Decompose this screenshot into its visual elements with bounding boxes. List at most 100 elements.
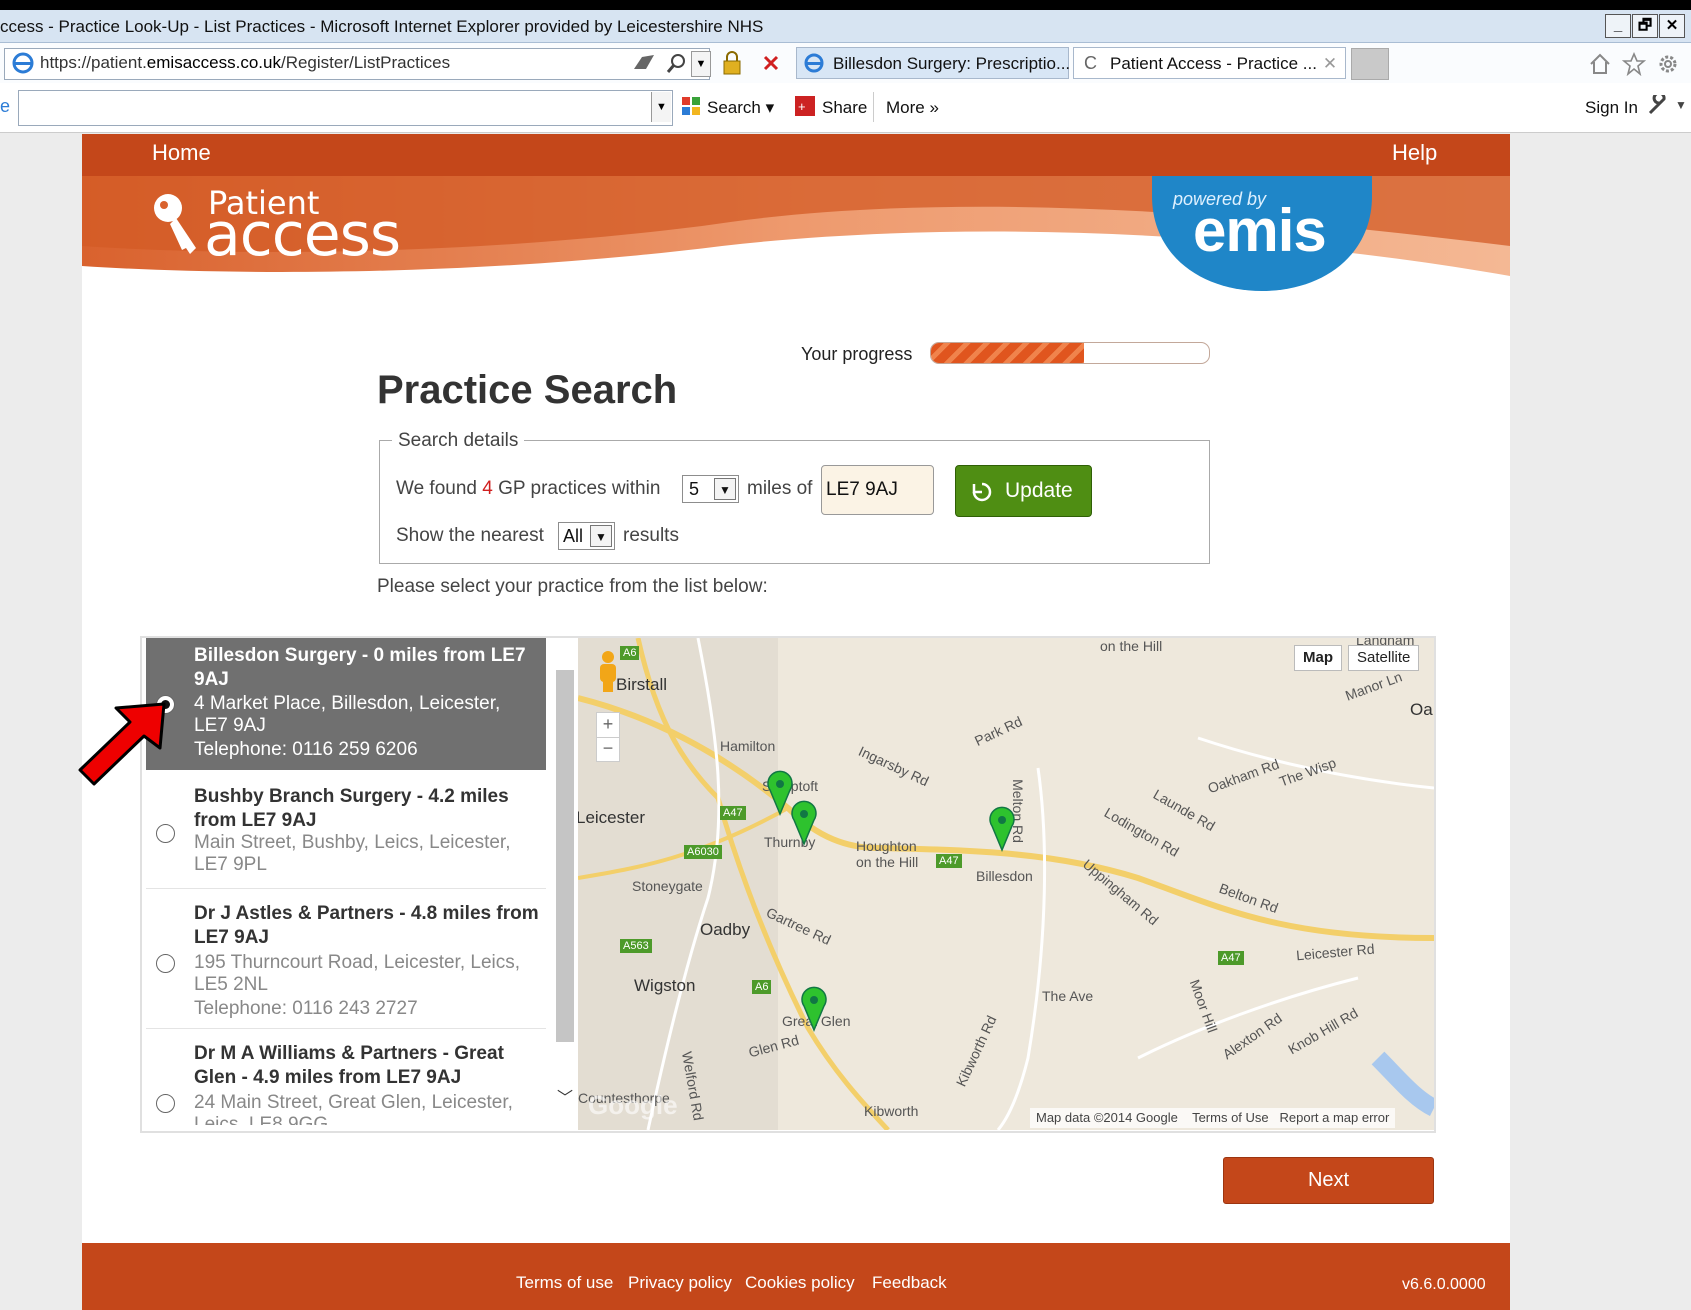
practice-item-williams[interactable]: Dr M A Williams & Partners - Great Glen … <box>146 1035 546 1125</box>
map-report-link[interactable]: Report a map error <box>1280 1110 1390 1125</box>
footer-feedback-link[interactable]: Feedback <box>872 1273 947 1293</box>
page-title: Practice Search <box>377 368 678 412</box>
map-terms-link[interactable]: Terms of Use <box>1192 1110 1269 1125</box>
sign-in-link[interactable]: Sign In <box>1585 98 1638 118</box>
map-label: Oadby <box>700 920 751 939</box>
map-label: Houghton <box>856 838 917 854</box>
pegman-icon[interactable] <box>596 650 620 694</box>
toolbar-divider <box>873 92 874 122</box>
home-link[interactable]: Home <box>152 140 211 166</box>
radius-select[interactable]: 5 ▼ <box>682 475 739 503</box>
practice-address: 4 Market Place, Billesdon, Leicester, <box>194 693 501 714</box>
progress-label: Your progress <box>801 344 913 364</box>
zoom-in-icon[interactable]: + <box>597 713 619 737</box>
zoom-out-icon[interactable]: − <box>597 737 619 762</box>
scroll-thumb[interactable] <box>556 670 574 1042</box>
ie-logo-icon <box>12 52 34 74</box>
window-title: ccess - Practice Look-Up - List Practice… <box>0 17 764 36</box>
progress-fill <box>931 343 1084 363</box>
url-path: /Register/ListPractices <box>280 53 451 72</box>
svg-text:+: + <box>798 99 806 114</box>
search-icon[interactable] <box>666 52 688 74</box>
practice-title: Bushby Branch Surgery - 4.2 miles from L… <box>194 786 509 831</box>
stop-icon[interactable] <box>760 52 782 74</box>
address-dropdown-button[interactable]: ▼ <box>691 51 711 77</box>
search-details-legend: Search details <box>392 430 525 452</box>
new-tab-button[interactable] <box>1351 48 1389 80</box>
tools-icon[interactable] <box>1656 52 1680 76</box>
tab-label: Billesdon Surgery: Prescriptio... <box>833 54 1071 73</box>
show-nearest-label: Show the nearest <box>396 525 544 546</box>
road-shield: A47 <box>936 854 962 868</box>
practice-item-bushby[interactable]: Bushby Branch Surgery - 4.2 miles from L… <box>146 778 546 889</box>
results-label: results <box>623 525 679 546</box>
map-label: Billesdon <box>976 868 1033 884</box>
map-pin-icon[interactable] <box>800 986 828 1032</box>
map-pin-icon[interactable] <box>790 800 818 846</box>
practice-radio[interactable] <box>156 824 175 843</box>
map-roads <box>578 638 1434 1130</box>
version-text: v6.6.0.0000 <box>1402 1276 1486 1293</box>
map-label: The Ave <box>1042 988 1094 1004</box>
map-label: Stoneygate <box>632 878 703 894</box>
close-window-button[interactable]: ✕ <box>1659 14 1685 38</box>
close-tab-icon[interactable]: ✕ <box>1323 54 1337 73</box>
practice-address: Main Street, Bushby, Leics, Leicester, <box>194 832 511 853</box>
toolbar-search-dropdown[interactable]: ▼ <box>651 92 671 122</box>
map-label: Birstall <box>616 675 668 694</box>
practice-item-billesdon[interactable]: Billesdon Surgery - 0 miles from LE7 9AJ… <box>146 638 546 770</box>
practice-item-astles[interactable]: Dr J Astles & Partners - 4.8 miles from … <box>146 895 546 1029</box>
maximize-button[interactable]: 🗗 <box>1632 14 1658 38</box>
tab-patient-access[interactable]: Patient Access - Practice ... ✕ <box>1073 47 1346 79</box>
map-type-satellite-button[interactable]: Satellite <box>1348 645 1420 671</box>
logo-access: access <box>204 200 401 270</box>
wrench-icon[interactable] <box>1646 95 1670 117</box>
practice-title: Dr M A Williams & Partners - Great Glen … <box>194 1043 504 1088</box>
road-shield: A6 <box>752 980 772 994</box>
footer-cookies-link[interactable]: Cookies policy <box>745 1273 855 1293</box>
address-url[interactable]: https://patient.emisaccess.co.uk/Registe… <box>40 53 450 73</box>
nearest-select[interactable]: All ▼ <box>558 522 615 550</box>
favorites-icon[interactable] <box>1622 52 1646 76</box>
found-count: 4 <box>482 478 493 499</box>
wrench-dropdown-icon[interactable]: ▼ <box>1675 98 1687 112</box>
progress-bar <box>930 342 1210 364</box>
scroll-down-icon[interactable]: ﹀ <box>557 1084 573 1108</box>
search-label: Search <box>707 98 761 117</box>
practice-radio[interactable] <box>156 1094 175 1113</box>
map-label: on the Hill <box>1100 638 1163 654</box>
red-arrow-icon <box>78 702 166 786</box>
toolbar-search-input[interactable] <box>18 90 673 126</box>
footer-terms-link[interactable]: Terms of use <box>516 1273 613 1293</box>
next-button[interactable]: Next <box>1223 1157 1434 1204</box>
update-button[interactable]: Update <box>955 465 1092 517</box>
practice-address: 24 Main Street, Great Glen, Leicester, <box>194 1092 513 1113</box>
map-view[interactable]: on the Hill Birstall Hamilton Park Rd In… <box>578 638 1434 1130</box>
postcode-input[interactable]: LE7 9AJ <box>821 465 934 515</box>
map-pin-icon[interactable] <box>988 806 1016 852</box>
footer-privacy-link[interactable]: Privacy policy <box>628 1273 732 1293</box>
practice-title: Dr J Astles & Partners - 4.8 miles from … <box>194 903 539 948</box>
share-button[interactable]: Share <box>822 98 867 118</box>
map-label: on the Hill <box>856 854 919 870</box>
map-label: Leicester <box>578 808 645 827</box>
instruction-text: Please select your practice from the lis… <box>377 576 768 597</box>
tab-billesdon-prescriptions[interactable]: Billesdon Surgery: Prescriptio... <box>796 47 1071 79</box>
practice-radio[interactable] <box>156 954 175 973</box>
map-type-map-button[interactable]: Map <box>1294 645 1342 671</box>
url-prefix: https://patient. <box>40 53 147 72</box>
map-attribution: Map data ©2014 Google Terms of Use Repor… <box>1030 1108 1396 1128</box>
practice-postcode: LE5 2NL <box>194 974 268 995</box>
minimize-button[interactable]: _ <box>1605 14 1631 38</box>
map-copyright: Map data ©2014 Google <box>1036 1110 1178 1125</box>
compat-view-icon[interactable] <box>632 51 660 75</box>
help-link[interactable]: Help <box>1392 140 1437 166</box>
home-icon[interactable] <box>1588 52 1612 76</box>
emis-logo: emis <box>1193 197 1327 264</box>
zoom-controls: + − <box>596 712 620 762</box>
share-icon: + <box>795 96 815 116</box>
url-domain: emisaccess.co.uk <box>146 53 281 72</box>
toolbar-search-button[interactable]: Search ▾ <box>707 98 774 118</box>
lock-icon[interactable] <box>721 50 743 76</box>
more-button[interactable]: More » <box>886 98 939 118</box>
